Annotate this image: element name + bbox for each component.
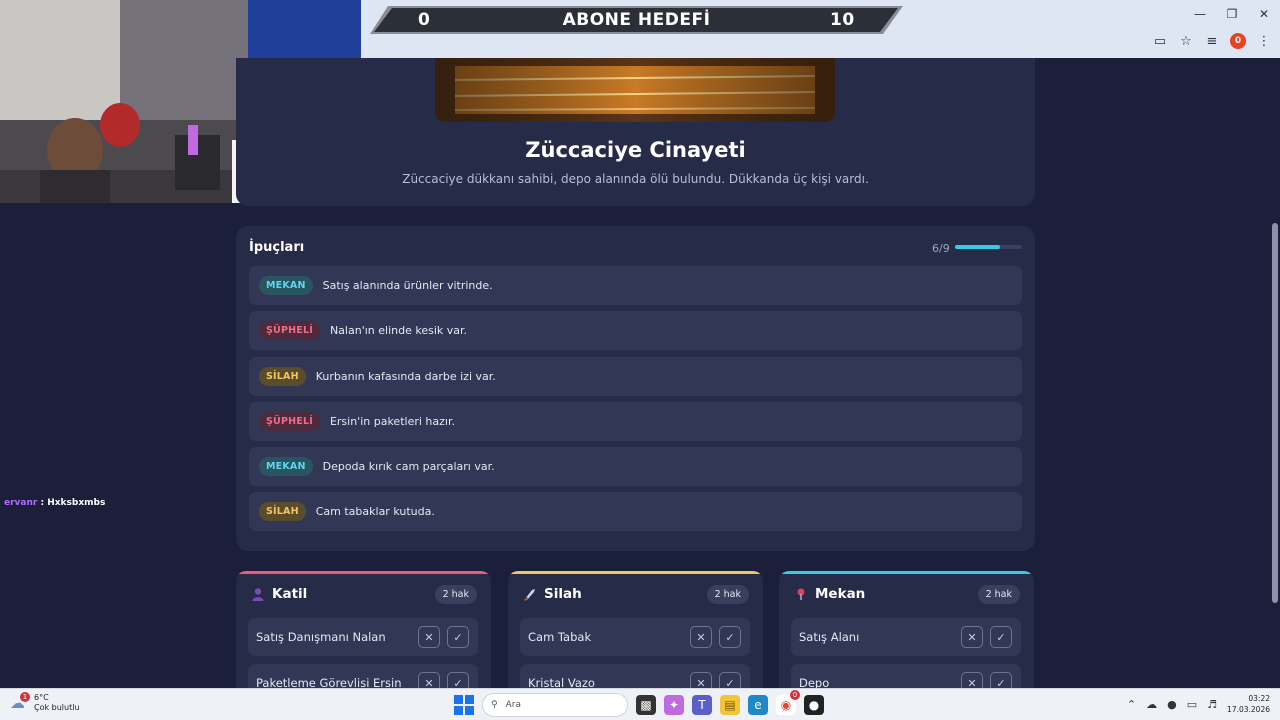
- scrollbar-thumb[interactable]: [1272, 223, 1278, 603]
- system-tray: ⌃ ☁ ● ▭ ♬ 03:22 17.03.2026: [1127, 693, 1270, 715]
- reject-button[interactable]: ✕: [418, 626, 440, 648]
- person-icon: [250, 586, 266, 602]
- suspect-column: Katil 2 hak Satış Danışmanı Nalan ✕ ✓ Pa…: [236, 571, 491, 701]
- maximize-icon[interactable]: ❐: [1216, 0, 1248, 28]
- case-image: [435, 58, 835, 122]
- clue-item: ŞÜPHELİ Nalan'ın elinde kesik var.: [249, 311, 1022, 351]
- subscriber-goal-banner: 0 ABONE HEDEFİ 10: [370, 6, 903, 34]
- display-icon[interactable]: ▭: [1187, 698, 1197, 711]
- clues-progress-bar: [955, 245, 1022, 249]
- clue-text: Cam tabaklar kutuda.: [315, 505, 435, 519]
- clue-item: MEKAN Depoda kırık cam parçaları var.: [249, 447, 1022, 487]
- network-cloud-icon[interactable]: ☁: [1146, 698, 1157, 711]
- install-icon[interactable]: ▭: [1152, 33, 1168, 49]
- option-item[interactable]: Satış Alanı ✕ ✓: [791, 618, 1021, 656]
- cloud-icon: ☁ 1: [10, 692, 30, 712]
- clue-item: MEKAN Satış alanında ürünler vitrinde.: [249, 266, 1022, 305]
- microphone-icon[interactable]: ●: [1167, 698, 1177, 711]
- chat-message: ervanr : Hxksbxmbs: [4, 498, 106, 508]
- clue-tag: ŞÜPHELİ: [259, 321, 320, 341]
- knife-icon: [522, 586, 538, 602]
- clue-text: Depoda kırık cam parçaları var.: [322, 460, 495, 474]
- weather-badge: 1: [20, 692, 30, 702]
- option-item[interactable]: Satış Danışmanı Nalan ✕ ✓: [248, 618, 478, 656]
- option-item[interactable]: Cam Tabak ✕ ✓: [520, 618, 750, 656]
- copilot-icon[interactable]: ✦: [664, 695, 684, 715]
- goal-target: 10: [830, 10, 855, 30]
- clue-item: SİLAH Cam tabaklar kutuda.: [249, 492, 1022, 532]
- taskbar-search[interactable]: ⚲ Ara: [482, 693, 628, 717]
- close-icon[interactable]: ✕: [1248, 0, 1280, 28]
- task-view-icon[interactable]: ▩: [636, 695, 656, 715]
- clue-item: SİLAH Kurbanın kafasında darbe izi var.: [249, 356, 1022, 396]
- minimize-icon[interactable]: —: [1184, 0, 1216, 28]
- chance-badge: 2 hak: [434, 585, 477, 604]
- goal-title: ABONE HEDEFİ: [562, 10, 711, 30]
- playlist-icon[interactable]: ≡: [1204, 33, 1220, 49]
- chrome-icon[interactable]: ◉ 0: [776, 690, 800, 715]
- clues-count: 6/9: [932, 242, 950, 255]
- clue-tag: MEKAN: [259, 457, 313, 477]
- case-title: Züccaciye Cinayeti: [525, 138, 746, 162]
- clock[interactable]: 03:22 17.03.2026: [1227, 693, 1270, 715]
- clues-title: İpuçları: [249, 240, 305, 255]
- column-accent: [508, 571, 763, 574]
- edge-icon[interactable]: e: [748, 695, 768, 715]
- column-accent: [779, 571, 1034, 574]
- weather-widget[interactable]: ☁ 1 6°C Çok bulutlu: [10, 692, 80, 713]
- chevron-up-icon[interactable]: ⌃: [1127, 698, 1136, 711]
- search-placeholder: Ara: [505, 700, 521, 710]
- clue-text: Satış alanında ürünler vitrinde.: [322, 279, 493, 292]
- chrome-badge: 0: [790, 690, 800, 700]
- chat-text: Hxksbxmbs: [47, 498, 106, 508]
- weapon-column: Silah 2 hak Cam Tabak ✕ ✓ Kristal Vazo ✕…: [508, 571, 763, 701]
- clue-text: Kurbanın kafasında darbe izi var.: [315, 369, 496, 383]
- file-explorer-icon[interactable]: ▤: [720, 695, 740, 715]
- volume-icon[interactable]: ♬: [1207, 698, 1217, 711]
- chance-badge: 2 hak: [977, 585, 1020, 604]
- clue-item: ŞÜPHELİ Ersin'in paketleri hazır.: [249, 401, 1022, 441]
- column-title: Silah: [544, 586, 582, 602]
- column-accent: [236, 571, 491, 574]
- location-column: Mekan 2 hak Satış Alanı ✕ ✓ Depo ✕ ✓: [779, 571, 1034, 701]
- clue-tag: SİLAH: [259, 366, 306, 386]
- option-label: Cam Tabak: [528, 630, 592, 644]
- window-controls: — ❐ ✕: [1184, 0, 1280, 28]
- confirm-button[interactable]: ✓: [447, 626, 469, 648]
- search-icon: ⚲: [491, 700, 498, 710]
- app-icon[interactable]: ●: [804, 695, 824, 715]
- weather-condition: Çok bulutlu: [34, 703, 80, 712]
- clue-list: MEKAN Satış alanında ürünler vitrinde. Ş…: [249, 266, 1022, 538]
- option-label: Satış Alanı: [799, 630, 860, 644]
- chance-badge: 2 hak: [706, 585, 749, 604]
- column-title: Mekan: [815, 586, 866, 602]
- date: 17.03.2026: [1227, 705, 1270, 714]
- clue-tag: MEKAN: [259, 276, 313, 295]
- chat-username: ervanr: [4, 498, 38, 508]
- reject-button[interactable]: ✕: [690, 626, 712, 648]
- column-title: Katil: [272, 586, 308, 602]
- pin-icon: [793, 586, 809, 602]
- time: 03:22: [1248, 694, 1270, 703]
- confirm-button[interactable]: ✓: [990, 626, 1012, 648]
- windows-taskbar: ☁ 1 6°C Çok bulutlu ⚲ Ara ▩ ✦ T ▤ e ◉ 0 …: [0, 688, 1280, 720]
- confirm-button[interactable]: ✓: [719, 626, 741, 648]
- clues-panel: İpuçları 6/9 MEKAN Satış alanında ürünle…: [236, 226, 1035, 551]
- clue-tag: SİLAH: [259, 502, 306, 522]
- case-description: Züccaciye dükkanı sahibi, depo alanında …: [402, 172, 869, 186]
- clue-tag: ŞÜPHELİ: [259, 411, 320, 431]
- temperature: 6°C: [34, 693, 49, 702]
- case-header-card: Züccaciye Cinayeti Züccaciye dükkanı sah…: [236, 58, 1035, 206]
- profile-icon[interactable]: 0: [1230, 33, 1246, 49]
- clue-text: Ersin'in paketleri hazır.: [329, 414, 455, 428]
- page-scrollbar[interactable]: [1270, 58, 1280, 688]
- teams-icon[interactable]: T: [692, 695, 712, 715]
- menu-icon[interactable]: ⋮: [1256, 33, 1272, 49]
- star-icon[interactable]: ☆: [1178, 33, 1194, 49]
- reject-button[interactable]: ✕: [961, 626, 983, 648]
- option-label: Satış Danışmanı Nalan: [256, 630, 386, 644]
- clues-progress-fill: [955, 245, 1000, 249]
- clue-text: Nalan'ın elinde kesik var.: [329, 324, 467, 338]
- windows-start-icon[interactable]: [454, 695, 474, 715]
